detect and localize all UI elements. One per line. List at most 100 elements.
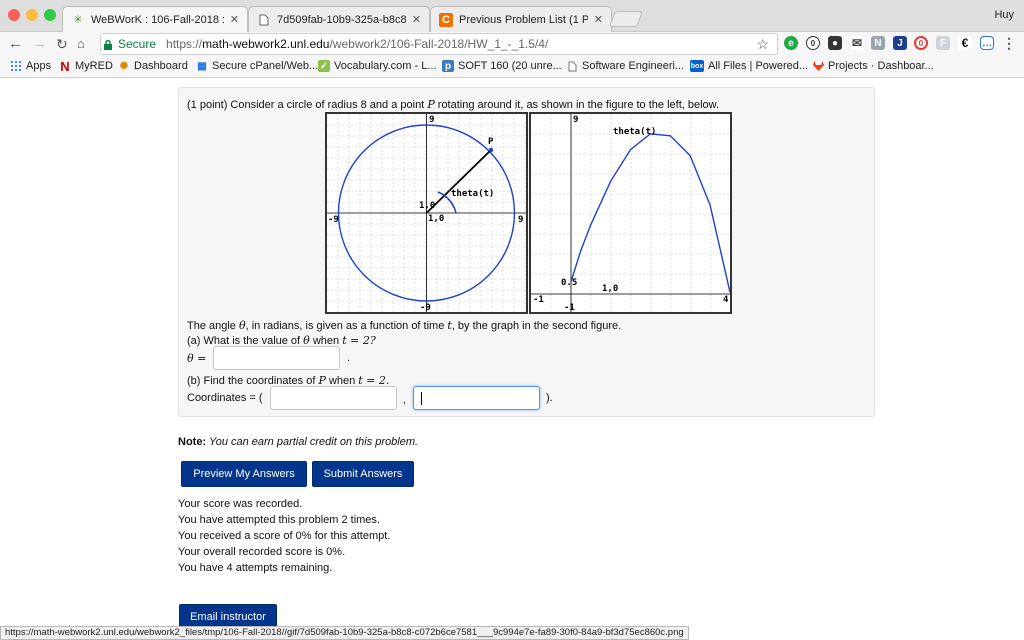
bookmark-gitlab[interactable]: Projects · Dashboar... [812, 60, 934, 72]
bookmark-label: Dashboard [134, 60, 188, 72]
back-arrow-icon[interactable]: ← [8, 35, 23, 53]
note-label: Note: [178, 436, 207, 448]
tab-label: Previous Problem List (1 Point [459, 13, 588, 26]
close-icon[interactable]: ✕ [594, 13, 603, 26]
bookmark-vocabulary[interactable]: ✓ Vocabulary.com - L... [318, 60, 437, 72]
problem-intro: (1 point) Consider a circle of radius 8 … [187, 98, 719, 111]
graph-x-label: 1,0 [602, 284, 618, 294]
bookmark-cpanel[interactable]: ▦ Secure cPanel/Web... [196, 60, 318, 72]
tab-image[interactable]: 7d509fab-10b9-325a-b8c8-c ✕ [248, 6, 430, 32]
intro-prefix: (1 point) Consider a circle of radius 8 … [187, 99, 428, 111]
bookmark-label: Secure cPanel/Web... [212, 60, 319, 72]
score-line: You received a score of 0% for this atte… [178, 530, 391, 542]
circle-figure: 9 -9 -9 9 P theta(t) 1,0 1,0 [325, 112, 528, 314]
theta-answer-input[interactable] [213, 346, 340, 370]
point-p-label: P [488, 137, 494, 147]
secure-indicator[interactable]: Secure [103, 37, 156, 51]
close-window-button[interactable] [8, 9, 20, 21]
y-coordinate-input[interactable] [413, 386, 540, 410]
circle-right-label: 9 [518, 215, 523, 225]
theta-graph-figure: 9 theta(t) 0.5 1,0 -1 -1 4 [529, 112, 732, 314]
graph-bottom-label: -1 [564, 303, 575, 312]
bookmark-myred[interactable]: N MyRED [59, 58, 113, 74]
submit-answers-button[interactable]: Submit Answers [312, 461, 414, 487]
graph-y-label: 0.5 [561, 278, 577, 288]
theta-graph-svg: 9 theta(t) 0.5 1,0 -1 -1 4 [531, 114, 731, 313]
score-line: Your overall recorded score is 0%. [178, 546, 346, 558]
forward-arrow-icon[interactable]: → [32, 35, 47, 53]
profile-name[interactable]: Huy [994, 9, 1014, 21]
close-icon[interactable]: ✕ [230, 13, 239, 26]
extension-e-icon[interactable]: € [958, 36, 972, 50]
reload-icon[interactable]: ↻ [56, 35, 68, 53]
page-icon [566, 60, 578, 72]
bookmark-soft160[interactable]: p SOFT 160 (20 unre... [442, 60, 562, 72]
unit-y-label: 1,0 [419, 201, 435, 211]
url-host: math-webwork2.unl.edu [202, 37, 330, 51]
close-icon[interactable]: ✕ [412, 13, 421, 26]
lock-icon [104, 39, 112, 50]
tab-label: 7d509fab-10b9-325a-b8c8-c [277, 13, 406, 26]
extension-incognito-icon[interactable]: ● [828, 36, 842, 50]
theta-symbol: θ [238, 319, 246, 332]
home-icon[interactable]: ⌂ [77, 35, 85, 53]
extension-red-icon[interactable]: 0 [914, 36, 928, 50]
preview-answers-button[interactable]: Preview My Answers [181, 461, 307, 487]
bookmark-software-engineering[interactable]: Software Engineeri... [566, 60, 684, 72]
cpanel-icon: ▦ [197, 60, 207, 72]
box-icon: box [690, 60, 704, 72]
bookmark-box[interactable]: box All Files | Powered... [690, 60, 808, 72]
unit-x-label: 1,0 [428, 214, 444, 224]
point-variable: P [427, 98, 435, 111]
graph-curve-label: theta(t) [613, 127, 656, 137]
sentence-part: The angle [187, 320, 239, 332]
extension-pocket-icon[interactable]: F [936, 36, 950, 50]
bookmark-star-icon[interactable]: ☆ [756, 36, 769, 53]
address-bar[interactable]: Secure https://math-webwork2.unl.edu/web… [100, 33, 778, 55]
circle-bottom-label: -9 [420, 303, 431, 312]
menu-kebab-icon[interactable]: ⋮ [1002, 35, 1016, 51]
piazza-icon: p [442, 60, 454, 72]
score-line: You have attempted this problem 2 times. [178, 514, 380, 526]
bookmark-label: Apps [26, 60, 52, 72]
extension-mail-icon[interactable]: ✉ [850, 36, 864, 50]
status-bar-url: https://math-webwork2.unl.edu/webwork2_f… [0, 626, 689, 640]
tab-chegg[interactable]: C Previous Problem List (1 Point ✕ [430, 6, 612, 32]
page-icon [257, 13, 271, 27]
bookmark-dashboard[interactable]: ✺ Dashboard [118, 60, 188, 72]
bookmark-label: SOFT 160 (20 unre... [458, 60, 562, 72]
bookmark-apps[interactable]: Apps [10, 60, 51, 72]
minimize-window-button[interactable] [26, 9, 38, 21]
url-prefix: https:// [166, 37, 203, 51]
score-line: You have 4 attempts remaining. [178, 562, 333, 574]
n-logo-icon: N [60, 58, 70, 74]
secure-label: Secure [118, 37, 157, 51]
partial-credit-note: Note: You can earn partial credit on thi… [178, 436, 418, 448]
theta-label: theta(t) [451, 189, 494, 199]
sentence-part: , in radians, is given as a function of … [245, 320, 448, 332]
url-text: https://math-webwork2.unl.edu/webwork2/1… [166, 37, 548, 51]
x-coordinate-input[interactable] [270, 386, 397, 410]
comma: , [403, 394, 407, 406]
time-condition: t = 2? [342, 334, 376, 347]
point-p-marker [488, 147, 494, 153]
apps-grid-icon [10, 60, 22, 72]
new-tab-button[interactable] [609, 11, 643, 27]
dashboard-icon: ✺ [119, 60, 129, 72]
extension-circle-icon[interactable]: 0 [806, 36, 820, 50]
tab-label: WeBWorK : 106-Fall-2018 : HW [91, 13, 224, 26]
tab-webwork[interactable]: ✳ WeBWorK : 106-Fall-2018 : HW ✕ [62, 6, 248, 32]
zoom-window-button[interactable] [44, 9, 56, 21]
circle-top-label: 9 [429, 115, 434, 125]
extension-j-icon[interactable]: J [893, 36, 907, 50]
circle-left-label: -9 [328, 215, 339, 225]
close-paren: ). [546, 392, 553, 404]
extension-chat-icon[interactable]: … [980, 36, 994, 50]
extension-grey-icon[interactable]: N [871, 36, 885, 50]
theta-equals-label: θ = [187, 352, 207, 365]
score-line: Your score was recorded. [178, 498, 303, 510]
problem-panel: (1 point) Consider a circle of radius 8 … [178, 87, 875, 417]
graph-description: The angle θ, in radians, is given as a f… [187, 319, 621, 332]
note-text: You can earn partial credit on this prob… [206, 436, 419, 448]
extension-green-icon[interactable]: e [784, 36, 798, 50]
